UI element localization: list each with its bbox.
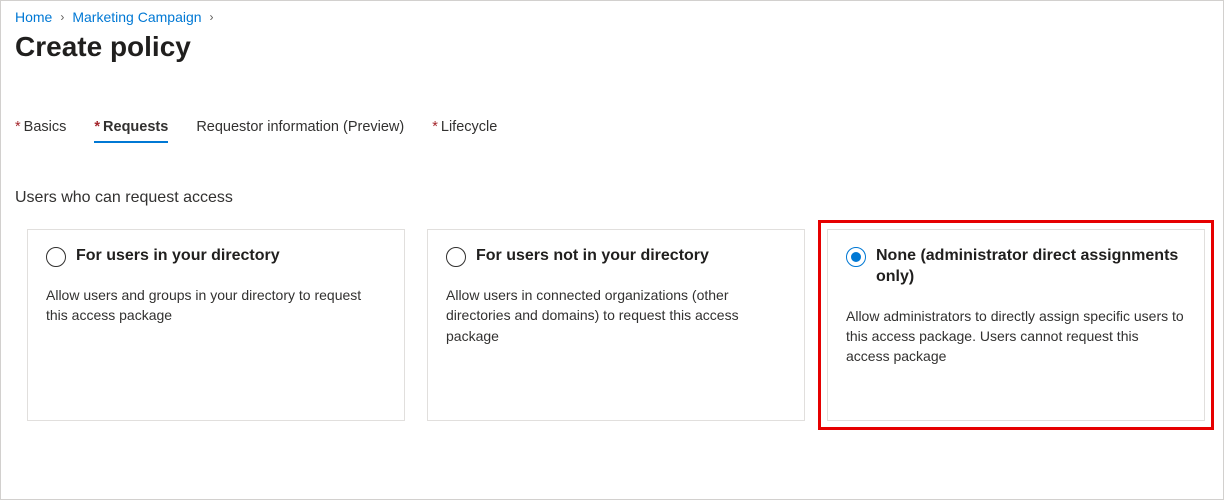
chevron-right-icon: › (210, 10, 214, 24)
option-users-not-in-directory[interactable]: For users not in your directory Allow us… (427, 229, 805, 421)
option-description: Allow users and groups in your directory… (46, 285, 386, 326)
tab-lifecycle[interactable]: * Lifecycle (432, 119, 497, 143)
option-title: For users in your directory (76, 246, 280, 267)
radio-icon (446, 247, 466, 267)
page-title: Create policy (15, 31, 1209, 63)
required-asterisk: * (94, 119, 100, 135)
option-title: For users not in your directory (476, 246, 709, 267)
required-asterisk: * (15, 119, 21, 135)
option-none-admin-direct[interactable]: None (administrator direct assignments o… (827, 229, 1205, 421)
breadcrumb-link-home[interactable]: Home (15, 9, 52, 25)
option-description: Allow administrators to directly assign … (846, 306, 1186, 367)
radio-icon-checked (846, 247, 866, 267)
option-users-in-directory[interactable]: For users in your directory Allow users … (27, 229, 405, 421)
tab-basics[interactable]: * Basics (15, 119, 66, 143)
radio-icon (46, 247, 66, 267)
option-title: None (administrator direct assignments o… (876, 246, 1186, 288)
tabs: * Basics * Requests Requestor informatio… (15, 119, 1209, 143)
breadcrumb: Home › Marketing Campaign › (15, 9, 1209, 25)
section-heading: Users who can request access (15, 189, 1209, 207)
tab-requests[interactable]: * Requests (94, 119, 168, 143)
chevron-right-icon: › (60, 10, 64, 24)
tab-label: Basics (24, 119, 67, 135)
breadcrumb-link-marketing-campaign[interactable]: Marketing Campaign (72, 9, 201, 25)
required-asterisk: * (432, 119, 438, 135)
tab-requestor-information[interactable]: Requestor information (Preview) (196, 119, 404, 143)
tab-label: Requests (103, 119, 168, 135)
tab-label: Lifecycle (441, 119, 497, 135)
option-description: Allow users in connected organizations (… (446, 285, 786, 346)
tab-label: Requestor information (Preview) (196, 119, 404, 135)
access-options: For users in your directory Allow users … (15, 229, 1209, 421)
